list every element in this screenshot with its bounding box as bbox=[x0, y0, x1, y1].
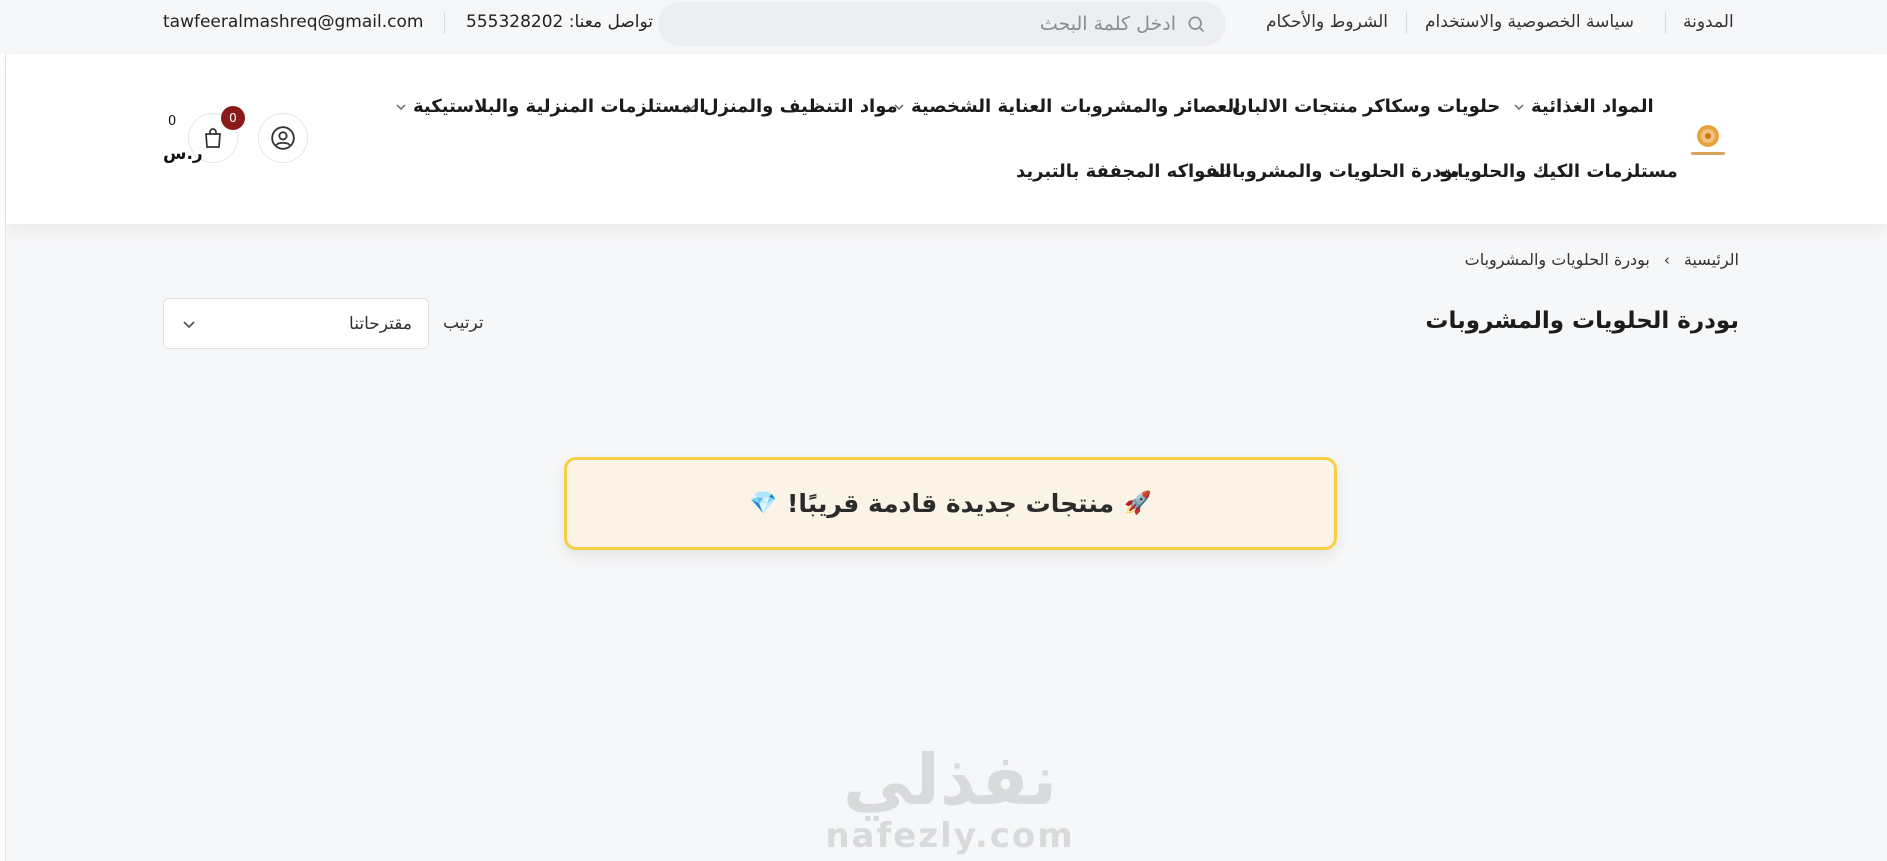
nav-dessert-powder[interactable]: بودرة الحلويات والمشروبات bbox=[1214, 161, 1459, 182]
nav-label: المواد الغذائية bbox=[1531, 96, 1654, 117]
breadcrumb-current: بودرة الحلويات والمشروبات bbox=[1464, 250, 1650, 269]
nav-cleaning[interactable]: مواد التنظيف والمنزل bbox=[685, 96, 898, 117]
user-icon bbox=[271, 126, 295, 150]
account-button[interactable] bbox=[258, 113, 308, 163]
search-icon[interactable] bbox=[1186, 14, 1206, 34]
nav-juices[interactable]: العصائر والمشروبات bbox=[1060, 96, 1240, 117]
chevron-left-icon: › bbox=[1663, 250, 1670, 269]
watermark-arabic: نفذلي bbox=[842, 739, 1058, 821]
nav-dairy[interactable]: منتجات الالبان bbox=[1232, 96, 1358, 117]
nav-cake-supplies[interactable]: مستلزمات الكيك والحلويات bbox=[1439, 161, 1678, 182]
nav-label: بودرة الحلويات والمشروبات bbox=[1214, 161, 1460, 182]
chevron-down-icon bbox=[396, 103, 406, 110]
divider bbox=[444, 12, 445, 34]
nav-label: العناية الشخصية bbox=[911, 96, 1053, 117]
watermark-latin: nafezly.com bbox=[825, 816, 1075, 856]
contact-phone[interactable]: تواصل معنا: 555328202 bbox=[466, 12, 653, 32]
chevron-down-icon bbox=[1514, 103, 1524, 110]
breadcrumb: الرئيسية › بودرة الحلويات والمشروبات bbox=[1465, 250, 1739, 269]
blog-link[interactable]: المدونة bbox=[1683, 12, 1734, 32]
watermark: نفذلي nafezly.com bbox=[820, 740, 1080, 856]
search-input[interactable] bbox=[726, 8, 1176, 40]
sort-dropdown[interactable]: مقترحاتنا bbox=[163, 298, 429, 349]
nav-label: مواد التنظيف والمنزل bbox=[703, 96, 898, 117]
rocket-icon: 🚀 bbox=[1124, 491, 1152, 516]
nav-personal-care[interactable]: العناية الشخصية bbox=[893, 96, 1052, 117]
nav-label: الفواكه المجففة بالتبريد bbox=[1016, 161, 1232, 182]
nav-household[interactable]: المستلزمات المنزلية والبلاستيكية bbox=[395, 96, 706, 117]
privacy-link[interactable]: سياسة الخصوصية والاستخدام bbox=[1425, 12, 1634, 32]
breadcrumb-home[interactable]: الرئيسية bbox=[1684, 250, 1739, 269]
cart-count-badge: 0 bbox=[221, 106, 245, 130]
contact-email[interactable]: tawfeeralmashreq@gmail.com bbox=[163, 12, 423, 32]
nav-food[interactable]: المواد الغذائية bbox=[1513, 96, 1654, 117]
shopping-bag-icon bbox=[205, 128, 221, 148]
store-logo[interactable] bbox=[1683, 118, 1733, 162]
cart-total: 0 bbox=[168, 114, 177, 129]
nav-label: العصائر والمشروبات bbox=[1060, 96, 1241, 117]
notice-text: منتجات جديدة قادمة قريبًا! bbox=[786, 489, 1115, 518]
chevron-down-icon bbox=[183, 320, 195, 328]
coming-soon-notice: 🚀 منتجات جديدة قادمة قريبًا! 💎 bbox=[564, 457, 1337, 550]
search-bar[interactable] bbox=[658, 2, 1226, 46]
nav-sweets[interactable]: حلويات وسكاكر bbox=[1363, 96, 1500, 117]
nav-label: حلويات وسكاكر bbox=[1363, 96, 1501, 117]
page-title: بودرة الحلويات والمشروبات bbox=[1425, 308, 1739, 334]
nav-freeze-dried-fruits[interactable]: الفواكه المجففة بالتبريد bbox=[1016, 161, 1231, 182]
divider bbox=[1665, 12, 1666, 34]
gem-icon: 💎 bbox=[749, 491, 777, 516]
nav-label: مستلزمات الكيك والحلويات bbox=[1439, 161, 1678, 182]
divider bbox=[1406, 12, 1407, 34]
sort-label: ترتيب bbox=[443, 313, 484, 333]
terms-link[interactable]: الشروط والأحكام bbox=[1266, 12, 1388, 32]
currency-symbol: ر.س bbox=[163, 144, 203, 164]
nav-label: منتجات الالبان bbox=[1232, 96, 1358, 117]
top-bar: tawfeeralmashreq@gmail.com تواصل معنا: 5… bbox=[0, 0, 1887, 54]
nav-label: المستلزمات المنزلية والبلاستيكية bbox=[413, 96, 706, 117]
sort-selected-value: مقترحاتنا bbox=[349, 313, 412, 334]
